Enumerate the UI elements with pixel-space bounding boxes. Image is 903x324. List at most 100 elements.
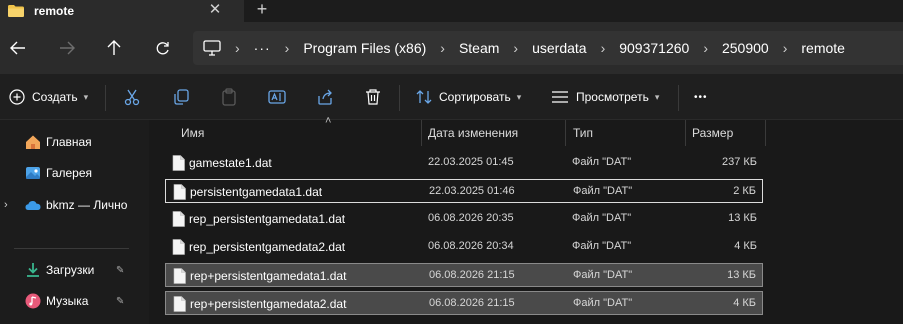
home-icon — [26, 135, 40, 149]
folder-icon — [8, 5, 24, 17]
file-row[interactable]: rep_persistentgamedata1.dat 06.08.2026 2… — [165, 207, 763, 231]
this-pc-icon — [203, 40, 221, 56]
column-separator[interactable] — [421, 120, 422, 146]
breadcrumb-separator: › — [284, 40, 290, 56]
file-size: 4 КБ — [734, 240, 757, 252]
file-type: Файл "DAT" — [572, 212, 632, 224]
file-icon — [173, 268, 186, 284]
chevron-right-icon[interactable]: › — [4, 199, 8, 211]
tab-bar: remote ✕ + — [0, 0, 903, 22]
sidebar-scrollbar[interactable] — [137, 120, 149, 324]
sidebar-divider — [14, 248, 129, 249]
forward-arrow-icon — [60, 41, 75, 55]
breadcrumb-user-id[interactable]: 909371260 — [619, 40, 689, 56]
delete-icon — [366, 89, 380, 105]
sidebar-item-gallery[interactable]: Галерея — [0, 160, 137, 186]
breadcrumb-separator: › — [440, 40, 445, 56]
file-name: rep+persistentgamedata1.dat — [190, 269, 347, 283]
music-icon — [25, 293, 41, 309]
file-icon — [172, 155, 185, 171]
tab-remote[interactable]: remote ✕ — [0, 0, 244, 22]
breadcrumb-separator: › — [235, 40, 240, 56]
file-list: ˄ Имя Дата изменения Тип Размер gamestat… — [149, 115, 903, 324]
file-row[interactable]: rep_persistentgamedata2.dat 06.08.2026 2… — [165, 235, 763, 259]
chevron-down-icon: ▾ — [83, 91, 89, 102]
share-button[interactable] — [315, 87, 335, 107]
breadcrumb-steam[interactable]: Steam — [459, 40, 499, 56]
breadcrumb-separator: › — [513, 40, 519, 56]
navigation-bar: › ··· › Program Files (x86) › Steam › us… — [0, 22, 903, 74]
breadcrumb-userdata[interactable]: userdata — [532, 40, 586, 56]
breadcrumb-remote[interactable]: remote — [801, 40, 845, 56]
pin-icon[interactable]: ✎ — [116, 265, 124, 276]
file-icon — [173, 184, 186, 200]
onedrive-icon — [25, 201, 41, 210]
column-header-size[interactable]: Размер — [692, 120, 733, 146]
file-size: 2 КБ — [733, 185, 756, 197]
cut-button[interactable] — [122, 87, 142, 107]
view-button[interactable]: Просмотреть ▾ — [551, 86, 659, 108]
breadcrumb-program-files[interactable]: Program Files (x86) — [303, 40, 426, 56]
delete-button[interactable] — [363, 87, 383, 107]
up-button[interactable] — [103, 37, 125, 59]
address-bar[interactable]: › ··· › Program Files (x86) › Steam › us… — [193, 31, 903, 65]
column-separator[interactable] — [685, 120, 686, 146]
navigation-pane: Главная Галерея › bkmz — Лично Загрузки … — [0, 120, 137, 324]
create-button[interactable]: Создать ▾ — [9, 86, 88, 108]
rename-button[interactable] — [267, 87, 287, 107]
sidebar-item-onedrive[interactable]: › bkmz — Лично — [0, 192, 137, 218]
column-header-label: Дата изменения — [428, 126, 519, 140]
breadcrumb-overflow[interactable]: ··· — [254, 40, 271, 56]
paste-icon — [222, 88, 236, 106]
tab-title: remote — [34, 4, 75, 18]
file-row[interactable]: rep+persistentgamedata1.dat 06.08.2026 2… — [165, 263, 763, 287]
toolbar-divider — [105, 85, 106, 111]
sort-button[interactable]: Сортировать ▾ — [416, 86, 521, 108]
more-icon: ••• — [694, 91, 708, 103]
file-type: Файл "DAT" — [572, 240, 632, 252]
new-tab-button[interactable]: + — [253, 0, 271, 18]
column-header-name[interactable]: ˄ Имя — [181, 115, 331, 146]
file-modified: 06.08.2026 20:34 — [428, 240, 514, 252]
file-size: 13 КБ — [727, 269, 756, 281]
view-icon — [552, 91, 568, 103]
file-modified: 06.08.2026 20:35 — [428, 212, 514, 224]
sidebar-item-downloads[interactable]: Загрузки ✎ — [0, 257, 137, 283]
command-bar: Создать ▾ Сортировать ▾ Просмотреть ▾ ••… — [0, 74, 903, 120]
file-row[interactable]: persistentgamedata1.dat 22.03.2025 01:46… — [165, 179, 763, 203]
rename-icon — [268, 90, 286, 104]
more-options-button[interactable]: ••• — [694, 86, 708, 108]
column-header-label: Имя — [181, 126, 205, 140]
refresh-button[interactable] — [151, 37, 173, 59]
copy-button[interactable] — [171, 87, 191, 107]
column-header-type[interactable]: Тип — [573, 120, 593, 146]
file-icon — [172, 239, 185, 255]
sort-ascending-icon: ˄ — [325, 115, 332, 127]
sidebar-item-music[interactable]: Музыка ✎ — [0, 288, 137, 314]
file-name: gamestate1.dat — [189, 156, 272, 170]
close-tab-icon[interactable]: ✕ — [207, 2, 223, 18]
file-row[interactable]: rep+persistentgamedata2.dat 06.08.2026 2… — [165, 291, 763, 315]
column-separator[interactable] — [765, 120, 766, 146]
file-icon — [173, 296, 186, 312]
back-arrow-icon — [10, 41, 25, 55]
file-size: 237 КБ — [721, 156, 757, 168]
view-label: Просмотреть — [576, 90, 649, 104]
create-label: Создать — [32, 90, 78, 104]
column-separator[interactable] — [565, 120, 566, 146]
chevron-down-icon: ▾ — [654, 91, 660, 102]
downloads-icon — [27, 263, 39, 277]
refresh-icon — [156, 41, 169, 54]
toolbar-divider — [399, 85, 400, 111]
file-name: rep_persistentgamedata2.dat — [189, 240, 346, 254]
pin-icon[interactable]: ✎ — [116, 296, 124, 307]
breadcrumb-app-id[interactable]: 250900 — [722, 40, 769, 56]
file-row[interactable]: gamestate1.dat 22.03.2025 01:45 Файл "DA… — [165, 151, 763, 175]
paste-button[interactable] — [219, 87, 239, 107]
file-type: Файл "DAT" — [572, 156, 632, 168]
column-header-modified[interactable]: Дата изменения — [428, 120, 518, 146]
forward-button[interactable] — [56, 37, 78, 59]
file-size: 13 КБ — [728, 212, 757, 224]
back-button[interactable] — [7, 37, 29, 59]
sidebar-item-home[interactable]: Главная — [0, 129, 137, 155]
